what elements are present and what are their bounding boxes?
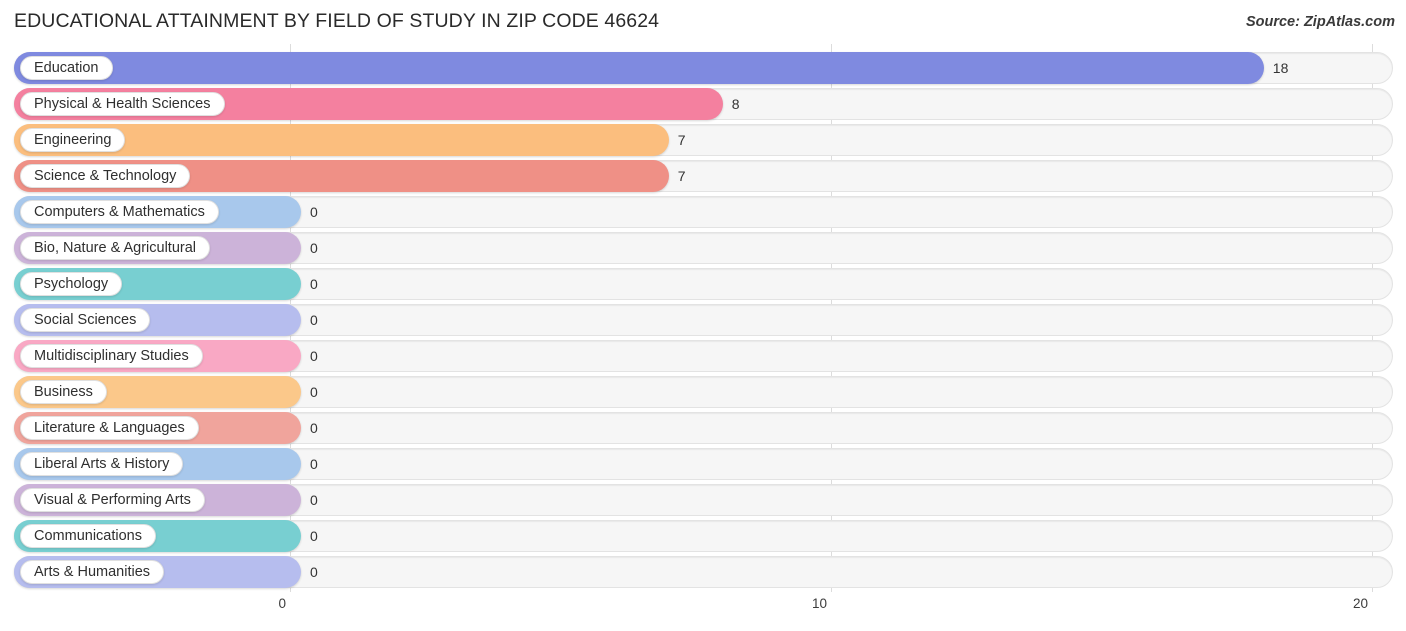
bar-value-label: 0 <box>310 312 318 328</box>
bar-row[interactable]: Psychology 0 <box>0 268 1406 300</box>
category-label-pill: Multidisciplinary Studies <box>20 344 203 368</box>
category-label-pill: Bio, Nature & Agricultural <box>20 236 210 260</box>
bar-row[interactable]: Science & Technology 7 <box>0 160 1406 192</box>
category-label-pill: Visual & Performing Arts <box>20 488 205 512</box>
bar-value-label: 8 <box>731 96 740 112</box>
category-label-pill: Communications <box>20 524 156 548</box>
bar-value-label: 0 <box>310 564 318 580</box>
bar-value-label: 0 <box>310 276 318 292</box>
category-label-text: Business <box>34 383 93 400</box>
category-label-text: Social Sciences <box>34 311 137 328</box>
bar-value-label: 0 <box>310 384 318 400</box>
category-label-text: Multidisciplinary Studies <box>34 347 189 364</box>
category-label-text: Physical & Health Sciences <box>34 95 211 112</box>
bar-1[interactable] <box>14 52 1264 84</box>
bar-row[interactable]: Bio, Nature & Agricultural 0 <box>0 232 1406 264</box>
bar-row[interactable]: Engineering 7 <box>0 124 1406 156</box>
category-label-pill: Arts & Humanities <box>20 560 165 584</box>
chart-header: EDUCATIONAL ATTAINMENT BY FIELD OF STUDY… <box>0 0 1406 44</box>
x-tick-label-10: 10 <box>811 596 827 611</box>
category-label-pill: Computers & Mathematics <box>20 200 219 224</box>
category-label-pill: Engineering <box>20 128 126 152</box>
x-tick-label-0: 0 <box>278 596 286 611</box>
bar-row[interactable]: Communications 0 <box>0 520 1406 552</box>
bar-row[interactable]: Liberal Arts & History 0 <box>0 448 1406 480</box>
bar-value-label: 0 <box>310 456 318 472</box>
bar-row[interactable]: Visual & Performing Arts 0 <box>0 484 1406 516</box>
bar-value-label: 0 <box>310 204 318 220</box>
bar-value-label: 7 <box>677 132 686 148</box>
category-label-text: Visual & Performing Arts <box>34 491 191 508</box>
page-title: EDUCATIONAL ATTAINMENT BY FIELD OF STUDY… <box>14 10 660 32</box>
category-label-text: Computers & Mathematics <box>34 203 205 220</box>
x-axis: 0 10 20 <box>0 592 1406 631</box>
bar-value-label: 0 <box>310 240 318 256</box>
category-label-text: Science & Technology <box>34 167 177 184</box>
category-label-pill: Literature & Languages <box>20 416 199 440</box>
category-label-text: Engineering <box>34 131 112 148</box>
bar-value-label: 0 <box>310 528 318 544</box>
bar-value-label: 0 <box>310 492 318 508</box>
plot-area: Education 18 Physical & Health Sciences 8 En… <box>0 44 1406 592</box>
bar-row[interactable]: Literature & Languages 0 <box>0 412 1406 444</box>
category-label-pill: Science & Technology <box>20 164 191 188</box>
x-tick-label-20: 20 <box>1352 596 1368 611</box>
category-label-pill: Psychology <box>20 272 123 296</box>
source-attribution: Source: ZipAtlas.com <box>1245 14 1395 30</box>
bar-row[interactable]: Computers & Mathematics 0 <box>0 196 1406 228</box>
category-label-text: Psychology <box>34 275 109 292</box>
bar-row[interactable]: Education 18 <box>0 52 1406 84</box>
category-label-text: Communications <box>34 527 142 544</box>
bar-row[interactable]: Business 0 <box>0 376 1406 408</box>
category-label-text: Bio, Nature & Agricultural <box>34 239 196 256</box>
bar-row[interactable]: Arts & Humanities 0 <box>0 556 1406 588</box>
bar-value-label: 0 <box>310 420 318 436</box>
bar-value-label: 7 <box>677 168 686 184</box>
category-label-text: Education <box>34 59 99 76</box>
category-label-pill: Social Sciences <box>20 308 151 332</box>
category-label-text: Liberal Arts & History <box>34 455 170 472</box>
category-label-text: Arts & Humanities <box>34 563 151 580</box>
category-label-text: Literature & Languages <box>34 419 185 436</box>
category-label-pill: Education <box>20 56 113 80</box>
bar-row[interactable]: Physical & Health Sciences 8 <box>0 88 1406 120</box>
bar-row[interactable]: Social Sciences 0 <box>0 304 1406 336</box>
chart-root: EDUCATIONAL ATTAINMENT BY FIELD OF STUDY… <box>0 0 1406 631</box>
category-label-pill: Liberal Arts & History <box>20 452 184 476</box>
bar-value-label: 0 <box>310 348 318 364</box>
category-label-pill: Physical & Health Sciences <box>20 92 225 116</box>
category-label-pill: Business <box>20 380 107 404</box>
bar-value-label: 18 <box>1272 60 1289 76</box>
bar-row[interactable]: Multidisciplinary Studies 0 <box>0 340 1406 372</box>
